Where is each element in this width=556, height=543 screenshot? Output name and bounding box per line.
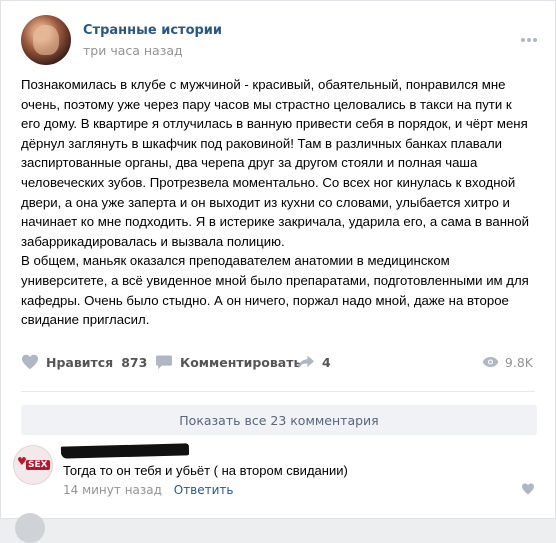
eye-icon [482, 357, 499, 367]
like-button[interactable]: Нравится 873 [21, 351, 147, 373]
post-text-line: очень, поэтому уже через пару часов мы с… [21, 96, 512, 112]
post-text-line: Познакомилась в клубе с мужчиной - краси… [21, 77, 506, 92]
comment-avatar[interactable]: ♥ SEX [13, 445, 53, 485]
views-count: 9.8K [504, 354, 533, 370]
post-actions: Нравится 873 Комментировать 4 9.8K [21, 351, 533, 373]
comment-meta: 14 минут назад Ответить [63, 483, 234, 497]
group-avatar[interactable] [21, 15, 71, 65]
post-text: Познакомилась в клубе с мужчиной - краси… [21, 75, 541, 330]
post-card: Странные истории три часа назад Познаком… [0, 0, 556, 543]
post-text-line: начинает ко мне подходить. Я в истерике … [21, 214, 529, 230]
comment-label: Комментировать [180, 354, 302, 370]
like-count: 873 [121, 354, 148, 370]
post-text-line: кафедры. Очень было стыдно. А он ничего,… [21, 292, 509, 308]
avatar-text: SEX [26, 460, 50, 470]
like-label: Нравится [46, 354, 114, 370]
share-count: 4 [322, 354, 331, 370]
post-text-line: свидание пригласил. [21, 312, 150, 328]
comment-button[interactable]: Комментировать [155, 351, 301, 373]
comment-item: ♥ SEX Тогда то он тебя и убьёт ( на втор… [13, 443, 535, 505]
post-text-line: забаррикадировалась и вызвала полицию. [21, 233, 285, 249]
post-text-line: человеческих зубов. Протрезвела моментал… [21, 174, 516, 190]
heart-icon [22, 354, 38, 370]
share-button[interactable]: 4 [297, 351, 331, 373]
post-time[interactable]: три часа назад [83, 43, 183, 58]
next-comment-avatar[interactable] [15, 513, 45, 543]
post-text-line: двери, а она уже заперта и он выходит из… [21, 194, 510, 210]
comment-text: Тогда то он тебя и убьёт ( на втором сви… [63, 463, 348, 478]
post-text-line: университете, а всё увиденное мной было … [21, 272, 529, 288]
redacted-author-name [60, 443, 190, 459]
more-icon[interactable] [521, 27, 541, 42]
post-text-line: В общем, маньяк оказался преподавателем … [21, 253, 450, 269]
comment-heart-icon[interactable] [521, 483, 535, 495]
comment-time[interactable]: 14 минут назад [63, 483, 162, 497]
share-icon [298, 355, 314, 369]
comment-icon [156, 355, 172, 370]
post-text-line: дёрнул заглянуть в шкафчик под раковиной… [21, 135, 503, 151]
post-text-line: его дому. В квартире я отлучилась в ванн… [21, 116, 528, 132]
group-name-link[interactable]: Странные истории [83, 23, 222, 38]
show-all-comments-button[interactable]: Показать все 23 комментария [21, 405, 537, 435]
divider [21, 391, 535, 392]
views-counter: 9.8K [482, 351, 533, 373]
post-text-line: заспиртованные органы, два черепа друг з… [21, 155, 478, 171]
reply-button[interactable]: Ответить [174, 483, 234, 497]
post-header: Странные истории три часа назад [21, 15, 541, 67]
